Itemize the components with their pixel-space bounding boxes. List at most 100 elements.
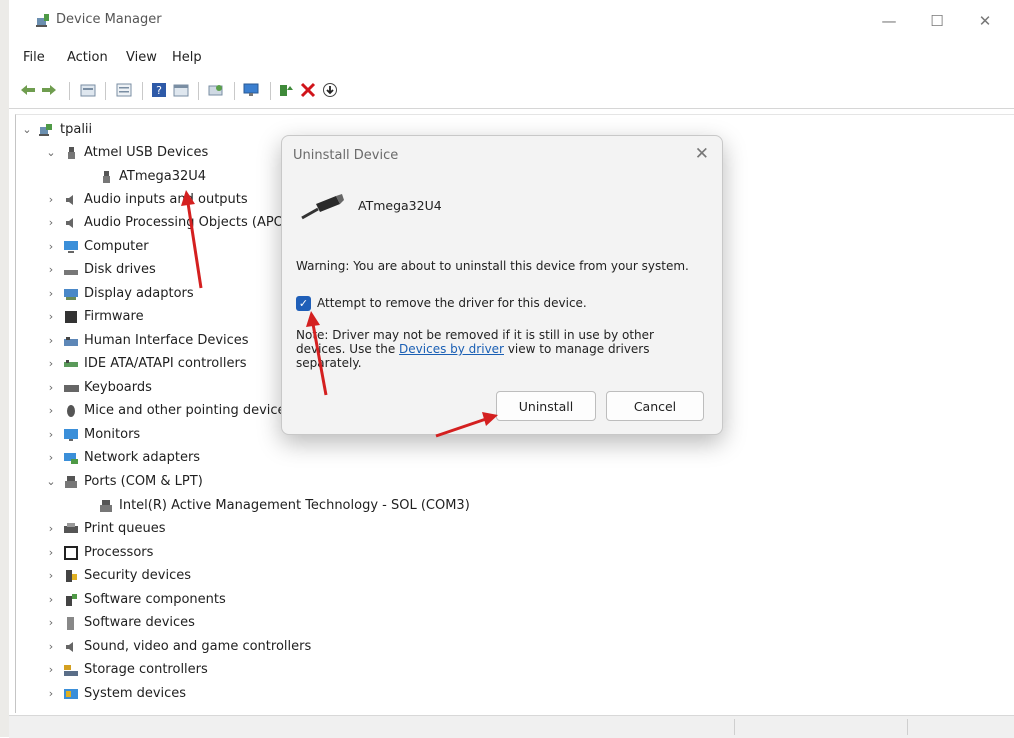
expand-chevron-icon[interactable]: › bbox=[45, 400, 57, 422]
view-icon[interactable] bbox=[172, 82, 190, 98]
usb-icon bbox=[103, 171, 110, 183]
uninstall-icon[interactable] bbox=[299, 82, 317, 98]
expand-chevron-icon[interactable]: › bbox=[45, 259, 57, 281]
forward-icon[interactable] bbox=[40, 82, 58, 98]
uninstall-button[interactable]: Uninstall bbox=[496, 391, 596, 421]
mouse-icon bbox=[67, 405, 75, 417]
status-divider bbox=[907, 719, 908, 735]
expand-chevron-icon[interactable]: › bbox=[45, 589, 57, 611]
dialog-title: Uninstall Device bbox=[293, 148, 399, 163]
expand-chevron-icon[interactable]: › bbox=[45, 565, 57, 587]
collapse-chevron-icon[interactable]: ⌄ bbox=[45, 142, 57, 164]
software-icon bbox=[67, 617, 74, 630]
computer-icon bbox=[64, 241, 78, 253]
window-left-edge bbox=[0, 0, 9, 737]
network-icon bbox=[64, 453, 78, 464]
tree-item-label: Processors bbox=[84, 545, 154, 560]
expand-chevron-icon[interactable]: › bbox=[45, 542, 57, 564]
minimize-button[interactable]: — bbox=[867, 6, 911, 36]
display-icon bbox=[64, 289, 78, 300]
printer-icon bbox=[64, 523, 78, 533]
tree-item-label: Print queues bbox=[84, 521, 166, 536]
tree-item-label: Display adaptors bbox=[84, 286, 194, 301]
expand-chevron-icon[interactable]: › bbox=[45, 306, 57, 328]
chip-icon bbox=[65, 311, 77, 323]
menu-view[interactable]: View bbox=[126, 50, 157, 65]
tree-item-label: Storage controllers bbox=[84, 662, 208, 677]
collapse-chevron-icon[interactable]: ⌄ bbox=[45, 471, 57, 493]
ide-icon bbox=[64, 360, 78, 367]
remove-driver-checkbox-label[interactable]: Attempt to remove the driver for this de… bbox=[317, 296, 587, 310]
port-icon bbox=[100, 500, 112, 512]
menu-action[interactable]: Action bbox=[67, 50, 108, 65]
usb-cable-icon bbox=[301, 194, 344, 220]
tree-item-label: Human Interface Devices bbox=[84, 333, 249, 348]
cancel-button[interactable]: Cancel bbox=[606, 391, 704, 421]
processor-icon bbox=[64, 546, 78, 560]
menu-help[interactable]: Help bbox=[172, 50, 202, 65]
dialog-note: Note: Driver may not be removed if it is… bbox=[296, 328, 696, 370]
tree-item-label: Ports (COM & LPT) bbox=[84, 474, 203, 489]
expand-chevron-icon[interactable]: › bbox=[45, 212, 57, 234]
devices-by-driver-link[interactable]: Devices by driver bbox=[399, 342, 504, 356]
security-icon bbox=[66, 570, 77, 582]
menu-bar: File Action View Help bbox=[9, 42, 1014, 72]
tree-item-label: Keyboards bbox=[84, 380, 152, 395]
speaker-icon bbox=[66, 195, 73, 205]
toolbar-separator bbox=[198, 82, 199, 100]
tree-item-label: Atmel USB Devices bbox=[84, 145, 209, 160]
tree-item-label: Security devices bbox=[84, 568, 191, 583]
expand-chevron-icon[interactable]: › bbox=[45, 636, 57, 658]
toolbar-separator bbox=[270, 82, 271, 100]
download-icon[interactable] bbox=[321, 82, 339, 98]
list-icon[interactable] bbox=[115, 82, 133, 98]
tree-item-label: Audio Processing Objects (APOs) bbox=[84, 215, 296, 230]
toolbar-separator bbox=[69, 82, 70, 100]
monitor-icon bbox=[64, 429, 78, 441]
expand-chevron-icon[interactable]: › bbox=[45, 353, 57, 375]
remove-driver-checkbox[interactable]: ✓ bbox=[296, 296, 311, 311]
toolbar: ? bbox=[9, 72, 1014, 109]
usb-icon bbox=[68, 147, 75, 159]
menu-file[interactable]: File bbox=[23, 50, 45, 65]
tree-item-label: Software devices bbox=[84, 615, 195, 630]
tree-item-label: Software components bbox=[84, 592, 226, 607]
title-bar: Device Manager — ☐ ✕ bbox=[9, 0, 1014, 42]
close-button[interactable]: ✕ bbox=[963, 6, 1007, 36]
window-title: Device Manager bbox=[56, 12, 162, 27]
back-icon[interactable] bbox=[19, 82, 37, 98]
help-icon[interactable]: ? bbox=[150, 82, 168, 98]
tree-item-label: Firmware bbox=[84, 309, 144, 324]
tree-item-label: Disk drives bbox=[84, 262, 156, 277]
expand-chevron-icon[interactable]: › bbox=[45, 424, 57, 446]
toolbar-separator bbox=[142, 82, 143, 100]
expand-chevron-icon[interactable]: › bbox=[45, 612, 57, 634]
properties-icon[interactable] bbox=[79, 82, 97, 98]
monitor-icon[interactable] bbox=[242, 82, 260, 98]
maximize-button[interactable]: ☐ bbox=[915, 6, 959, 36]
expand-chevron-icon[interactable]: › bbox=[45, 683, 57, 705]
expand-chevron-icon[interactable]: › bbox=[45, 518, 57, 540]
toolbar-separator bbox=[234, 82, 235, 100]
collapse-chevron-icon[interactable]: ⌄ bbox=[21, 119, 33, 141]
tree-item-label: System devices bbox=[84, 686, 187, 701]
system-icon bbox=[64, 689, 78, 699]
expand-chevron-icon[interactable]: › bbox=[45, 330, 57, 352]
status-bar bbox=[9, 715, 1014, 738]
expand-chevron-icon[interactable]: › bbox=[45, 377, 57, 399]
hid-icon bbox=[64, 337, 78, 346]
keyboard-icon bbox=[64, 385, 79, 392]
uninstall-device-dialog: Uninstall Device ✕ ATmega32U4 Warning: Y… bbox=[281, 135, 723, 435]
expand-chevron-icon[interactable]: › bbox=[45, 659, 57, 681]
tree-item-label: Computer bbox=[84, 239, 149, 254]
expand-chevron-icon[interactable]: › bbox=[45, 189, 57, 211]
expand-chevron-icon[interactable]: › bbox=[45, 283, 57, 305]
speaker-icon bbox=[66, 642, 73, 652]
scan-icon[interactable] bbox=[207, 82, 225, 98]
dialog-close-button[interactable]: ✕ bbox=[695, 144, 709, 164]
tree-item-label: Sound, video and game controllers bbox=[84, 639, 312, 654]
expand-chevron-icon[interactable]: › bbox=[45, 447, 57, 469]
update-driver-icon[interactable] bbox=[277, 82, 295, 98]
expand-chevron-icon[interactable]: › bbox=[45, 236, 57, 258]
tree-item-label: Network adapters bbox=[84, 450, 201, 465]
